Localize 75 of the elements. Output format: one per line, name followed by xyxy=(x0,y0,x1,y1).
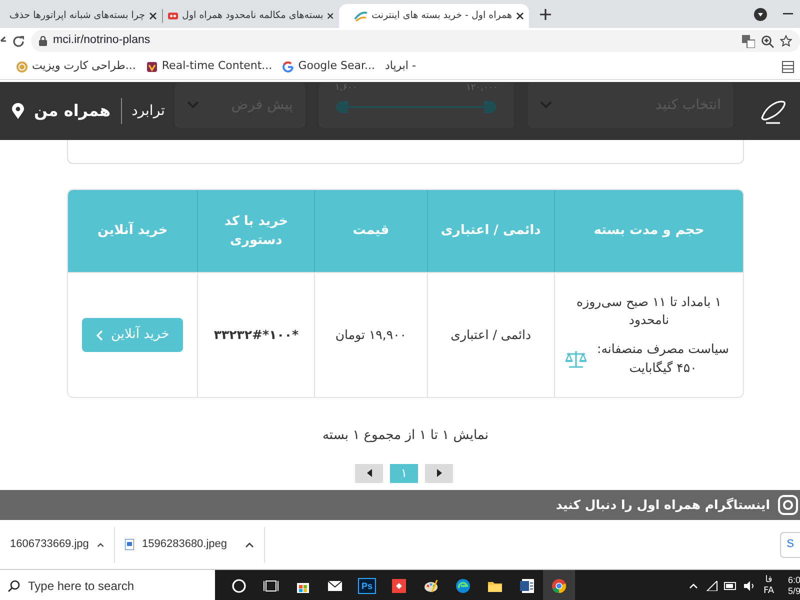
translate-icon[interactable] xyxy=(742,34,755,48)
shield-favicon-icon xyxy=(146,60,158,72)
mail-icon[interactable] xyxy=(327,578,343,594)
column-header: خرید آنلاین xyxy=(68,190,198,272)
table-cell: دائمی / اعتباری xyxy=(426,272,554,397)
triangle-right-icon xyxy=(436,469,442,477)
my-app-logo[interactable]: همراه من xyxy=(34,103,111,119)
table-cell-text: ۱ بامداد تا ۱۱ صبح سی‌روزه نامحدود xyxy=(576,292,722,330)
browser-tab[interactable]: چرا بسته‌های شبانه اپراتورها حذف xyxy=(0,4,162,28)
photoshop-app-icon[interactable]: Ps xyxy=(358,578,376,594)
cortana-circle-icon[interactable] xyxy=(231,578,247,594)
caret-up-icon xyxy=(245,542,254,548)
reload-icon[interactable] xyxy=(12,34,25,48)
bookmark-link[interactable]: ابرپاد - xyxy=(384,58,416,75)
caret-up-icon xyxy=(96,542,104,548)
triangle-left-icon xyxy=(366,469,372,477)
minimize-icon[interactable] xyxy=(783,13,793,15)
tab-title: چرا بسته‌های شبانه اپراتورها حذف xyxy=(9,8,145,23)
chevron-up-icon[interactable] xyxy=(689,583,698,589)
pagination-summary: نمایش ۱ تا ۱ از مجموع ۱ بسته xyxy=(321,427,490,445)
edge-browser-icon[interactable] xyxy=(455,578,471,594)
chevron-down-icon xyxy=(540,101,552,109)
instagram-follow-text[interactable]: اینستاگرام همراه اول را دنبال کنید xyxy=(556,496,770,514)
task-view-icon[interactable] xyxy=(263,578,279,594)
wifi-icon[interactable] xyxy=(706,581,718,591)
profile-icon[interactable] xyxy=(754,8,766,20)
paint-palette-icon[interactable] xyxy=(423,578,439,594)
new-tab-icon[interactable] xyxy=(540,8,550,20)
location-pin-icon[interactable] xyxy=(12,103,24,119)
browser-tab[interactable]: همراه اول - خرید بسته های اینترنت xyxy=(339,4,529,28)
star-icon[interactable] xyxy=(780,35,792,47)
coin-favicon-icon xyxy=(16,60,28,72)
google-favicon-icon xyxy=(282,60,294,72)
column-header: دائمی / اعتباری xyxy=(426,190,554,272)
apps-grid-icon[interactable] xyxy=(782,60,794,72)
tab-title: بسته‌های مکالمه نامحدود همراه اول xyxy=(182,8,324,23)
bookmark-link[interactable]: Real-time Content... xyxy=(162,58,272,75)
site-favicon-icon xyxy=(354,10,368,22)
close-icon[interactable] xyxy=(149,12,157,20)
close-icon[interactable] xyxy=(327,12,334,20)
tab-title: همراه اول - خرید بسته های اینترنت xyxy=(372,8,512,23)
table-cell: *۱۰۰*۳۳۲۳۲# xyxy=(197,272,314,397)
download-item[interactable]: 1606733669.jpg xyxy=(0,526,115,562)
table-cell: ۱۹,۹۰۰ تومان xyxy=(314,272,427,397)
chevron-down-icon xyxy=(186,101,199,109)
site-favicon-icon xyxy=(168,11,178,21)
search-icon xyxy=(8,580,20,592)
browser-tab[interactable]: بسته‌های مکالمه نامحدود همراه اول xyxy=(163,4,339,28)
instagram-icon[interactable] xyxy=(778,495,798,515)
previous-page-button[interactable] xyxy=(355,464,383,482)
download-item[interactable]: 1596283680.jpeg xyxy=(115,526,265,562)
url-text: mci.ir/notrino-plans xyxy=(53,33,150,48)
taskbar-search-field[interactable]: Type here to search xyxy=(0,570,215,600)
column-header: حجم و مدت بسته xyxy=(554,190,743,272)
taskbar-clock[interactable]: 6:0 5/9 xyxy=(788,575,800,597)
next-page-button[interactable] xyxy=(425,464,453,482)
table-cell-text: سیاست مصرف منصفانه: ۴۵۰ گیگابایت xyxy=(596,340,730,377)
scale-icon xyxy=(565,348,587,369)
bookmark-link[interactable]: طراحی کارت ویزیت... xyxy=(32,58,136,75)
column-header: خرید با کد دستوری xyxy=(197,190,314,272)
column-header: قیمت xyxy=(314,190,427,272)
address-bar[interactable]: mci.ir/notrino-plans xyxy=(31,30,800,52)
show-all-button[interactable]: S xyxy=(780,532,800,558)
image-file-icon xyxy=(125,539,134,550)
bookmark-link[interactable]: Google Sear... xyxy=(298,58,375,75)
word-document-icon[interactable] xyxy=(519,578,535,594)
battery-icon[interactable] xyxy=(724,582,738,590)
lock-icon xyxy=(39,36,47,46)
header-link[interactable]: ترابرد xyxy=(132,100,165,122)
speaker-icon[interactable] xyxy=(743,581,756,591)
zoom-icon[interactable] xyxy=(761,34,774,48)
diamond-app-icon[interactable] xyxy=(391,578,407,594)
chrome-browser-icon[interactable] xyxy=(551,578,567,594)
chevron-left-icon xyxy=(96,330,103,340)
close-icon[interactable] xyxy=(516,12,524,20)
